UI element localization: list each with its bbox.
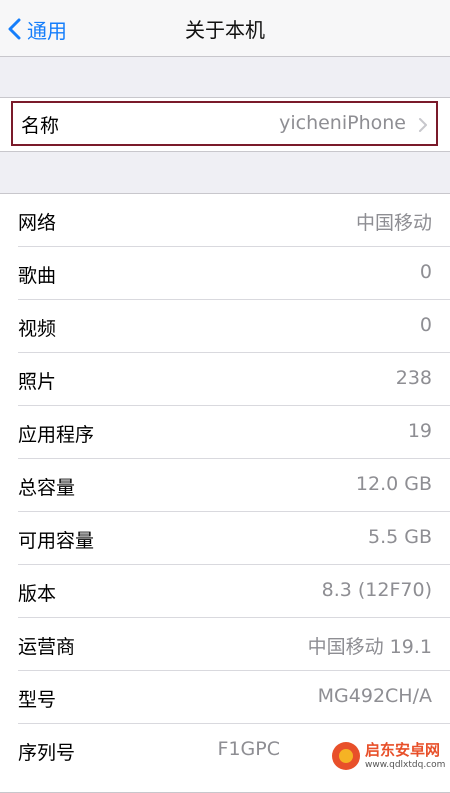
info-row-videos: 视频 0 — [18, 300, 450, 353]
row-label: 网络 — [18, 212, 57, 234]
row-value: 238 — [395, 367, 432, 389]
row-label: 歌曲 — [18, 265, 57, 287]
row-value: MG492CH/A — [317, 685, 432, 707]
name-value: yicheniPhone — [279, 112, 406, 134]
info-row-apps: 应用程序 19 — [18, 406, 450, 459]
name-label: 名称 — [21, 115, 60, 137]
watermark-logo-icon — [332, 742, 360, 770]
info-row-model: 型号 MG492CH/A — [18, 671, 450, 724]
row-value: 12.0 GB — [355, 473, 432, 495]
row-label: 型号 — [18, 689, 57, 711]
row-value: 5.5 GB — [367, 526, 432, 548]
row-value: 8.3 (12F70) — [321, 579, 432, 601]
row-label: 版本 — [18, 583, 57, 605]
info-row-network: 网络 中国移动 — [18, 194, 450, 247]
row-label: 运营商 — [18, 636, 76, 658]
watermark: 启东安卓网 www.qdlxtdq.com — [332, 736, 446, 776]
watermark-name: 启东安卓网 — [365, 740, 441, 759]
info-row-capacity: 总容量 12.0 GB — [18, 459, 450, 512]
page-title: 关于本机 — [185, 18, 265, 42]
row-label: 应用程序 — [18, 424, 95, 446]
name-row[interactable]: 名称 yicheniPhone — [11, 101, 438, 146]
info-row-available: 可用容量 5.5 GB — [18, 512, 450, 565]
info-section: 网络 中国移动 歌曲 0 视频 0 照片 238 应用程序 19 总容量 12.… — [0, 193, 450, 793]
info-row-photos: 照片 238 — [18, 353, 450, 406]
chevron-right-icon — [419, 118, 427, 132]
row-value: F1GPC — [217, 738, 280, 760]
info-row-version: 版本 8.3 (12F70) — [18, 565, 450, 618]
row-label: 视频 — [18, 318, 57, 340]
row-value: 中国移动 19.1 — [307, 636, 432, 658]
info-row-songs: 歌曲 0 — [18, 247, 450, 300]
row-label: 可用容量 — [18, 530, 95, 552]
watermark-url: www.qdlxtdq.com — [365, 759, 446, 770]
row-value: 0 — [419, 261, 432, 283]
row-label: 总容量 — [18, 477, 76, 499]
info-row-carrier[interactable]: 运营商 中国移动 19.1 — [18, 618, 450, 671]
row-value: 中国移动 — [355, 212, 432, 234]
row-value: 0 — [419, 314, 432, 336]
row-label: 照片 — [18, 371, 57, 393]
navigation-bar: 通用 关于本机 — [0, 0, 450, 57]
row-value: 19 — [407, 420, 432, 442]
row-label: 序列号 — [18, 742, 76, 764]
name-section: 名称 yicheniPhone — [0, 97, 450, 152]
